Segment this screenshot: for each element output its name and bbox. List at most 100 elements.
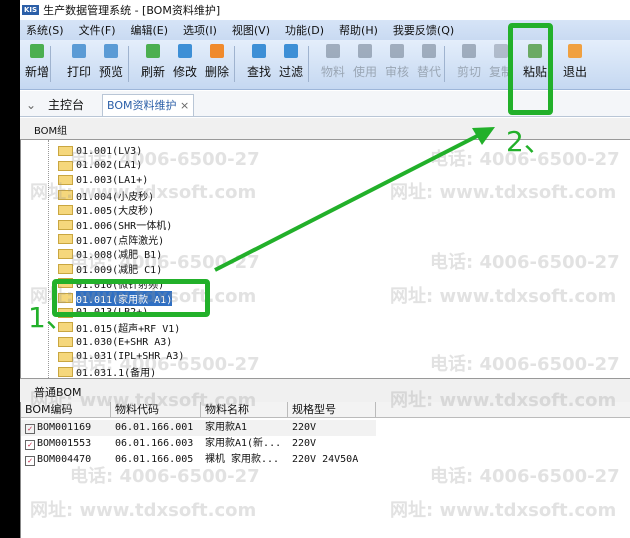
exit-icon (568, 44, 582, 58)
filter-icon (284, 44, 298, 58)
tree-item-label: 01.002(LA1) (76, 160, 143, 172)
tree-item[interactable]: 01.009(减肥 C1) (58, 262, 162, 276)
button-label: 退出 (562, 65, 587, 79)
left-black-strip (0, 0, 20, 538)
tree-item[interactable]: 01.031.1(备用) (58, 365, 156, 379)
cell-text: 06.01.166.001 (115, 422, 194, 433)
tree-item[interactable]: 01.015(超声+RF V1) (58, 320, 180, 335)
cell-text: 06.01.166.005 (115, 454, 194, 465)
folder-icon (58, 175, 73, 186)
tree-item[interactable]: 01.006(SHR一体机) (58, 218, 172, 232)
tree-item[interactable]: 01.003(LA1+) (58, 173, 148, 187)
annotation-step-1: 1、 (28, 301, 74, 334)
window-title: 生产数据管理系统 - [BOM资料维护] (43, 4, 221, 17)
table-cell: 06.01.166.005 (115, 452, 193, 468)
folder-icon (58, 204, 73, 215)
tree-item-label: 01.031.1(备用) (76, 368, 157, 379)
menu-item[interactable]: 我要反馈(Q) (393, 22, 454, 38)
menu-item[interactable]: 视图(V) (232, 22, 270, 38)
tree-item[interactable]: 01.001(LV3) (58, 144, 142, 158)
table-cell: 06.01.166.001 (115, 420, 193, 436)
button-label: 删除 (204, 65, 229, 79)
column-header[interactable]: BOM编码 (21, 402, 111, 418)
folder-icon (58, 160, 73, 171)
search-button[interactable]: 查找 (244, 44, 274, 80)
menu-item[interactable]: 系统(S) (26, 22, 64, 38)
cut-button[interactable]: 剪切 (454, 44, 484, 80)
table-row[interactable]: ✓ BOM001169 06.01.166.001 家用款A1 220V (21, 420, 376, 436)
tree-item[interactable]: 01.005(大皮秒) (58, 203, 154, 217)
delete-button[interactable]: 删除 (202, 44, 232, 80)
tab-label: BOM资料维护 (107, 99, 177, 112)
cell-text: 220V 24V50A (292, 454, 359, 465)
folder-icon (58, 219, 73, 230)
menu-item[interactable]: 文件(F) (79, 22, 116, 38)
column-header[interactable]: 规格型号 (288, 402, 376, 418)
highlight-selected-item-box (52, 279, 210, 317)
column-header[interactable]: 物料代码 (111, 402, 201, 418)
table-cell: 家用款A1 (205, 420, 247, 436)
button-label: 修改 (172, 65, 197, 79)
exit-button[interactable]: 退出 (560, 44, 590, 80)
button-label: 替代 (416, 65, 441, 79)
menu-item[interactable]: 帮助(H) (339, 22, 378, 38)
folder-icon (58, 263, 73, 274)
tree-item-label: 01.001(LV3) (76, 145, 143, 157)
refresh-button[interactable]: 刷新 (138, 44, 168, 80)
table-cell: 家用款A1(新... (205, 436, 281, 452)
audit-button[interactable]: 审核 (382, 44, 412, 80)
title-bar: KIS 生产数据管理系统 - [BOM资料维护] (20, 0, 630, 20)
menu-item[interactable]: 编辑(E) (131, 22, 169, 38)
table-cell: 06.01.166.003 (115, 436, 193, 452)
column-header-filler (376, 402, 630, 418)
material-button[interactable]: 物料 (318, 44, 348, 80)
edit-button[interactable]: 修改 (170, 44, 200, 80)
cell-text: 220V (292, 438, 317, 449)
toolbar-separator (444, 46, 445, 82)
table-row[interactable]: ✓ BOM004470 06.01.166.005 裸机 家用款... 220V 24V… (21, 452, 376, 468)
search-icon (252, 44, 266, 58)
tab-bom-maintenance[interactable]: BOM资料维护 × (102, 94, 195, 116)
tree-item[interactable]: 01.030(E+SHR A3) (58, 335, 172, 349)
cell-text: BOM004470 (37, 454, 92, 465)
cell-text: 家用款A1(新... (205, 438, 282, 449)
tree-item[interactable]: 01.008(减肥 B1) (58, 247, 162, 261)
bom-table: BOM编码 物料代码 物料名称 规格型号 ✓ BOM001169 06.01.166.001… (20, 402, 630, 538)
tree-item[interactable]: 01.002(LA1) (58, 159, 142, 173)
table-cell: 裸机 家用款... (205, 452, 279, 468)
button-label: 过滤 (278, 65, 303, 79)
cell-text: 06.01.166.003 (115, 438, 194, 449)
close-tab-icon[interactable]: × (180, 99, 189, 112)
cell-text: 裸机 家用款... (205, 454, 280, 465)
folder-icon (58, 351, 73, 362)
table-row[interactable]: ✓ BOM001553 06.01.166.003 家用款A1(新... 220V (21, 436, 376, 452)
tree-item[interactable]: 01.004(小皮秒) (58, 188, 154, 203)
column-header[interactable]: 物料名称 (201, 402, 288, 418)
toolbar-separator (234, 46, 235, 82)
usage-button[interactable]: 使用 (350, 44, 380, 80)
button-label: 查找 (246, 65, 271, 79)
tree-item-label: 01.003(LA1+) (76, 174, 149, 186)
checked-document-icon: ✓ (25, 456, 35, 466)
add-button[interactable]: 新增 (22, 44, 52, 80)
tree-item-label: 01.009(减肥 C1) (76, 265, 163, 277)
cell-text: 220V (292, 422, 317, 433)
folder-icon (58, 190, 73, 201)
menu-item[interactable]: 功能(D) (285, 22, 324, 38)
tree-item[interactable]: 01.007(点阵激光) (58, 232, 164, 247)
print-button[interactable]: 打印 (64, 44, 94, 80)
tree-item[interactable]: 01.031(IPL+SHR A3) (58, 350, 184, 364)
app-logo: KIS (22, 5, 40, 15)
toolbar-separator (128, 46, 129, 82)
table-cell: 220V (292, 420, 316, 436)
tab-main-console[interactable]: 主控台 (44, 94, 88, 116)
preview-button[interactable]: 预览 (96, 44, 126, 80)
menu-item[interactable]: 选项(I) (183, 22, 217, 38)
highlight-paste-box (508, 23, 553, 115)
substitute-button[interactable]: 替代 (414, 44, 444, 80)
bom-group-tree: 01.001(LV3) 01.002(LA1) 01.003(LA1+) 01.004… (20, 140, 630, 379)
filter-button[interactable]: 过滤 (276, 44, 306, 80)
tab-dropdown-icon[interactable]: ⌄ (22, 94, 40, 116)
edit-icon (178, 44, 192, 58)
tree-item-label: 01.031(IPL+SHR A3) (76, 351, 185, 363)
